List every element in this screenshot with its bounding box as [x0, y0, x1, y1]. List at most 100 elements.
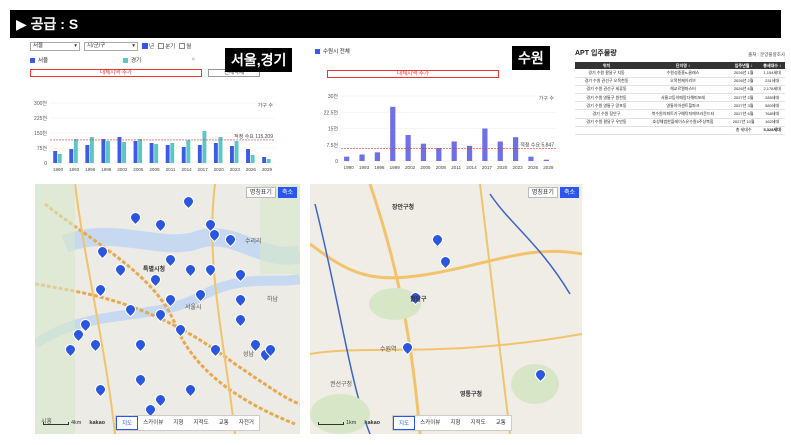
- bar-서울-2014: [181, 147, 186, 163]
- suwon-panel: 수원시 전체 수원 대체지역 추가 0 7.5천 15천 22.5천 30천 1990 19…: [315, 40, 570, 175]
- map1-shrink-button[interactable]: 축소: [277, 187, 297, 198]
- map1-name-toggle-button[interactable]: 명칭표기: [245, 187, 276, 198]
- map1-tab[interactable]: 교통: [214, 416, 234, 430]
- bar-수원시 전체-2017: [482, 128, 488, 161]
- y-tick-label: 0: [44, 161, 47, 167]
- table-total-row: 총 세대수 5,328세대: [575, 126, 785, 136]
- map1-label-cityhall: 특별시청: [143, 267, 166, 273]
- check-quarter[interactable]: 분기: [158, 42, 175, 50]
- y-tick-label: 225천: [34, 115, 47, 122]
- legend-swatch-suwon: [315, 48, 320, 54]
- x-tick-label: 1993: [69, 167, 80, 172]
- remove-icon[interactable]: ✕: [191, 57, 196, 63]
- bar-서울-2011: [165, 145, 170, 163]
- x-tick-label: 1999: [390, 165, 401, 170]
- x-tick-label: 2008: [149, 167, 160, 172]
- table-cell: 2,178세대: [759, 85, 785, 95]
- legend-gyeonggi: 경기: [131, 58, 142, 64]
- map2-controls: 명칭표기 축소: [527, 187, 579, 198]
- bar-서울-1999: [101, 139, 106, 163]
- legend-swatch-gyeonggi: [123, 57, 128, 63]
- table-row[interactable]: 경기 수원 영통구 원천동 서울고등이매망다해피포레 2027년 2월 285세대: [575, 93, 785, 103]
- district-select[interactable]: 시/군/구 ▾: [84, 41, 138, 51]
- x-tick-label: 2026: [246, 167, 257, 172]
- table-row[interactable]: 경기 수원 팔달구 우만동 호성해법한플레이스유수원5주상복합 2027년 10월 1…: [575, 118, 785, 127]
- legend-swatch-seoul: [30, 57, 35, 63]
- table-header-cell[interactable]: 입주년월 ↕: [727, 62, 760, 69]
- map2-tab[interactable]: 스카이뷰: [415, 416, 445, 430]
- suwon-add-region-button[interactable]: 대체지역 추가: [327, 70, 499, 78]
- map2-shrink-button[interactable]: 축소: [559, 187, 579, 198]
- map1-tab[interactable]: 지형: [168, 416, 188, 430]
- bar-경기-2011: [170, 143, 175, 163]
- bar-수원시 전체-2008: [436, 148, 442, 161]
- map2-tab[interactable]: 지도: [393, 416, 416, 430]
- x-tick-label: 1996: [374, 165, 385, 170]
- table-row[interactable]: 경기 수원 권선구 오목천동 오목천제이리브 2026년 2월 231세대: [575, 77, 785, 86]
- legend-seoul: 서울: [38, 58, 49, 64]
- table-cell: 2026년 1월: [727, 69, 760, 78]
- region-select[interactable]: 서울 ▾: [30, 41, 80, 51]
- map2-kakao-logo: kakao: [364, 420, 380, 426]
- table-row[interactable]: 경기 수원 권선구 세류동 해교르엘마스터 2026년 6월 2,178세대: [575, 85, 785, 95]
- x-tick-label: 2014: [466, 165, 477, 170]
- map2-name-toggle-button[interactable]: 명칭표기: [527, 187, 558, 198]
- seoul-map-canvas: [35, 184, 300, 434]
- map2-label-3: 영통구청: [460, 392, 483, 398]
- table-cell: 580세대: [759, 101, 785, 111]
- map2-tab[interactable]: 교통: [491, 416, 511, 430]
- x-tick-label: 1996: [85, 167, 96, 172]
- table-cell: 서울고등이매망다해피포레: [638, 93, 728, 103]
- map1-label-5: 하남: [267, 297, 279, 303]
- table-header-cell: 위치: [575, 62, 638, 69]
- x-tick-label: 2008: [436, 165, 447, 170]
- table-cell: 수원성중흥s-클래스: [638, 69, 728, 78]
- bar-수원시 전체-1999: [390, 106, 396, 161]
- bar-수원시 전체-1990: [344, 156, 350, 161]
- map2-label-1: 팔달구: [410, 297, 427, 303]
- table-cell: 2027년 3월: [727, 101, 760, 111]
- table-cell: 경기 수원 장안구: [575, 109, 638, 119]
- table-cell: 231세대: [759, 77, 785, 86]
- table-cell: 1,154세대: [759, 69, 785, 78]
- check-month[interactable]: 월: [179, 42, 191, 50]
- seoul-gyeonggi-panel: 서울 ▾ 시/군/구 ▾ 년 분기 월 서울 경기 ✕ 대체지역 추가 전체삭제 서…: [30, 40, 295, 175]
- map2-tab[interactable]: 지적도: [466, 416, 491, 430]
- table-cell: 285세대: [759, 93, 785, 103]
- x-tick-label: 1993: [359, 165, 370, 170]
- table-cell: 경기 수원 권선구 오목천동: [575, 77, 638, 86]
- x-tick-label: 2002: [117, 167, 128, 172]
- add-region-button[interactable]: 대체지역 추가: [30, 69, 202, 77]
- table-row[interactable]: 경기 수원 영통구 망포동 영통아이센트힐파크 2027년 3월 580세대: [575, 101, 785, 111]
- table-cell: 해교르엘마스터: [638, 85, 728, 95]
- table-row[interactable]: 경기 수원 팔달구 지동 수원성중흥s-클래스 2026년 1월 1,154세대: [575, 69, 785, 78]
- seoul-map[interactable]: 특별시청 수리리 서울시 시흥 성남 하남 명칭표기 축소 4km kakao 지…: [35, 184, 300, 434]
- x-tick-label: 2026: [528, 165, 539, 170]
- table-cell: 북수원아파트기구예탁지에브라운드타: [638, 109, 728, 119]
- bar-서울-2023: [230, 146, 234, 163]
- bar-경기-2026: [250, 155, 255, 163]
- suwon-map[interactable]: 장안구청 팔달구 수원역 영통구청 권선구청 명칭표기 축소 1km kakao …: [310, 184, 582, 434]
- table-source: 출처 : 분양물량조사: [748, 52, 785, 57]
- map1-tab[interactable]: 지적도: [189, 416, 214, 430]
- x-tick-label: 2005: [133, 167, 144, 172]
- table-header-cell[interactable]: 총세대수 ↕: [759, 62, 785, 69]
- bar-경기-2023: [234, 141, 239, 163]
- table-cell: 호성해법한플레이스유수원5주상복합: [638, 118, 728, 127]
- bar-수원시 전체-2005: [420, 143, 427, 161]
- table-header-cell[interactable]: 단지명 ↕: [638, 62, 728, 69]
- bar-경기-2008: [154, 144, 159, 163]
- map2-tab[interactable]: 지형: [445, 416, 465, 430]
- table-row[interactable]: 경기 수원 장안구 북수원아파트기구예탁지에브라운드타 2027년 6월 768세대: [575, 109, 785, 119]
- average-label: 적정 수요 115,209: [234, 133, 273, 140]
- map2-label-4: 권선구청: [330, 382, 353, 388]
- map1-tab[interactable]: 자전거: [234, 416, 259, 430]
- map1-tab[interactable]: 지도: [116, 416, 139, 430]
- x-tick-label: 1990: [53, 167, 64, 172]
- check-year[interactable]: 년: [142, 42, 154, 50]
- y-tick-label: 150천: [34, 130, 47, 137]
- table-cell: 2026년 6월: [727, 85, 760, 95]
- map1-tab[interactable]: 스카이뷰: [138, 416, 168, 430]
- bar-경기-2029: [266, 159, 271, 163]
- legend-suwon: 수원시 전체: [323, 49, 350, 55]
